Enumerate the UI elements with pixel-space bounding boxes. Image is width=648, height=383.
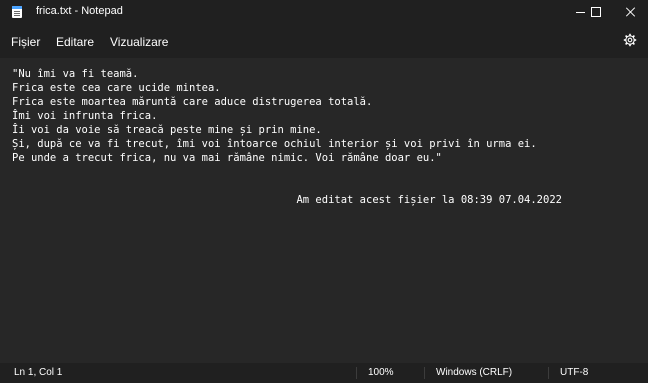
line-ending: Windows (CRLF) xyxy=(436,367,513,378)
status-bar: Ln 1, Col 1 100% Windows (CRLF) UTF-8 xyxy=(0,363,648,383)
editor-line: Îmi voi infrunta frica. xyxy=(12,110,158,122)
status-divider xyxy=(548,367,549,379)
editor-line: Îi voi da voie să treacă peste mine și p… xyxy=(12,124,322,136)
menu-file[interactable]: Fișier xyxy=(11,35,40,49)
text-editor[interactable]: "Nu îmi va fi teamă. Frica este cea care… xyxy=(0,58,648,363)
menu-edit[interactable]: Editare xyxy=(56,35,94,49)
editor-line: Frica este cea care ucide mintea. xyxy=(12,82,221,94)
editor-line: Și, după ce va fi trecut, îmi voi întoar… xyxy=(12,138,537,150)
status-divider xyxy=(356,367,357,379)
close-button[interactable] xyxy=(615,0,647,24)
maximize-button[interactable] xyxy=(580,0,612,24)
menu-bar: Fișier Editare Vizualizare xyxy=(0,24,648,58)
zoom-level: 100% xyxy=(368,367,394,378)
encoding: UTF-8 xyxy=(560,367,589,378)
gear-icon[interactable] xyxy=(623,33,637,47)
editor-line: "Nu îmi va fi teamă. xyxy=(12,68,139,80)
editor-line: Pe unde a trecut frica, nu va mai rămâne… xyxy=(12,152,442,164)
editor-line: Am editat acest fișier la 08:39 07.04.20… xyxy=(12,194,562,206)
close-icon xyxy=(626,7,636,17)
maximize-icon xyxy=(591,7,601,17)
title-bar: frica.txt - Notepad xyxy=(0,0,648,24)
menu-view[interactable]: Vizualizare xyxy=(110,35,168,49)
window-title: frica.txt - Notepad xyxy=(36,5,123,17)
notepad-icon xyxy=(12,6,22,18)
status-divider xyxy=(424,367,425,379)
cursor-position: Ln 1, Col 1 xyxy=(14,367,63,378)
editor-line: Frica este moartea măruntă care aduce di… xyxy=(12,96,373,108)
